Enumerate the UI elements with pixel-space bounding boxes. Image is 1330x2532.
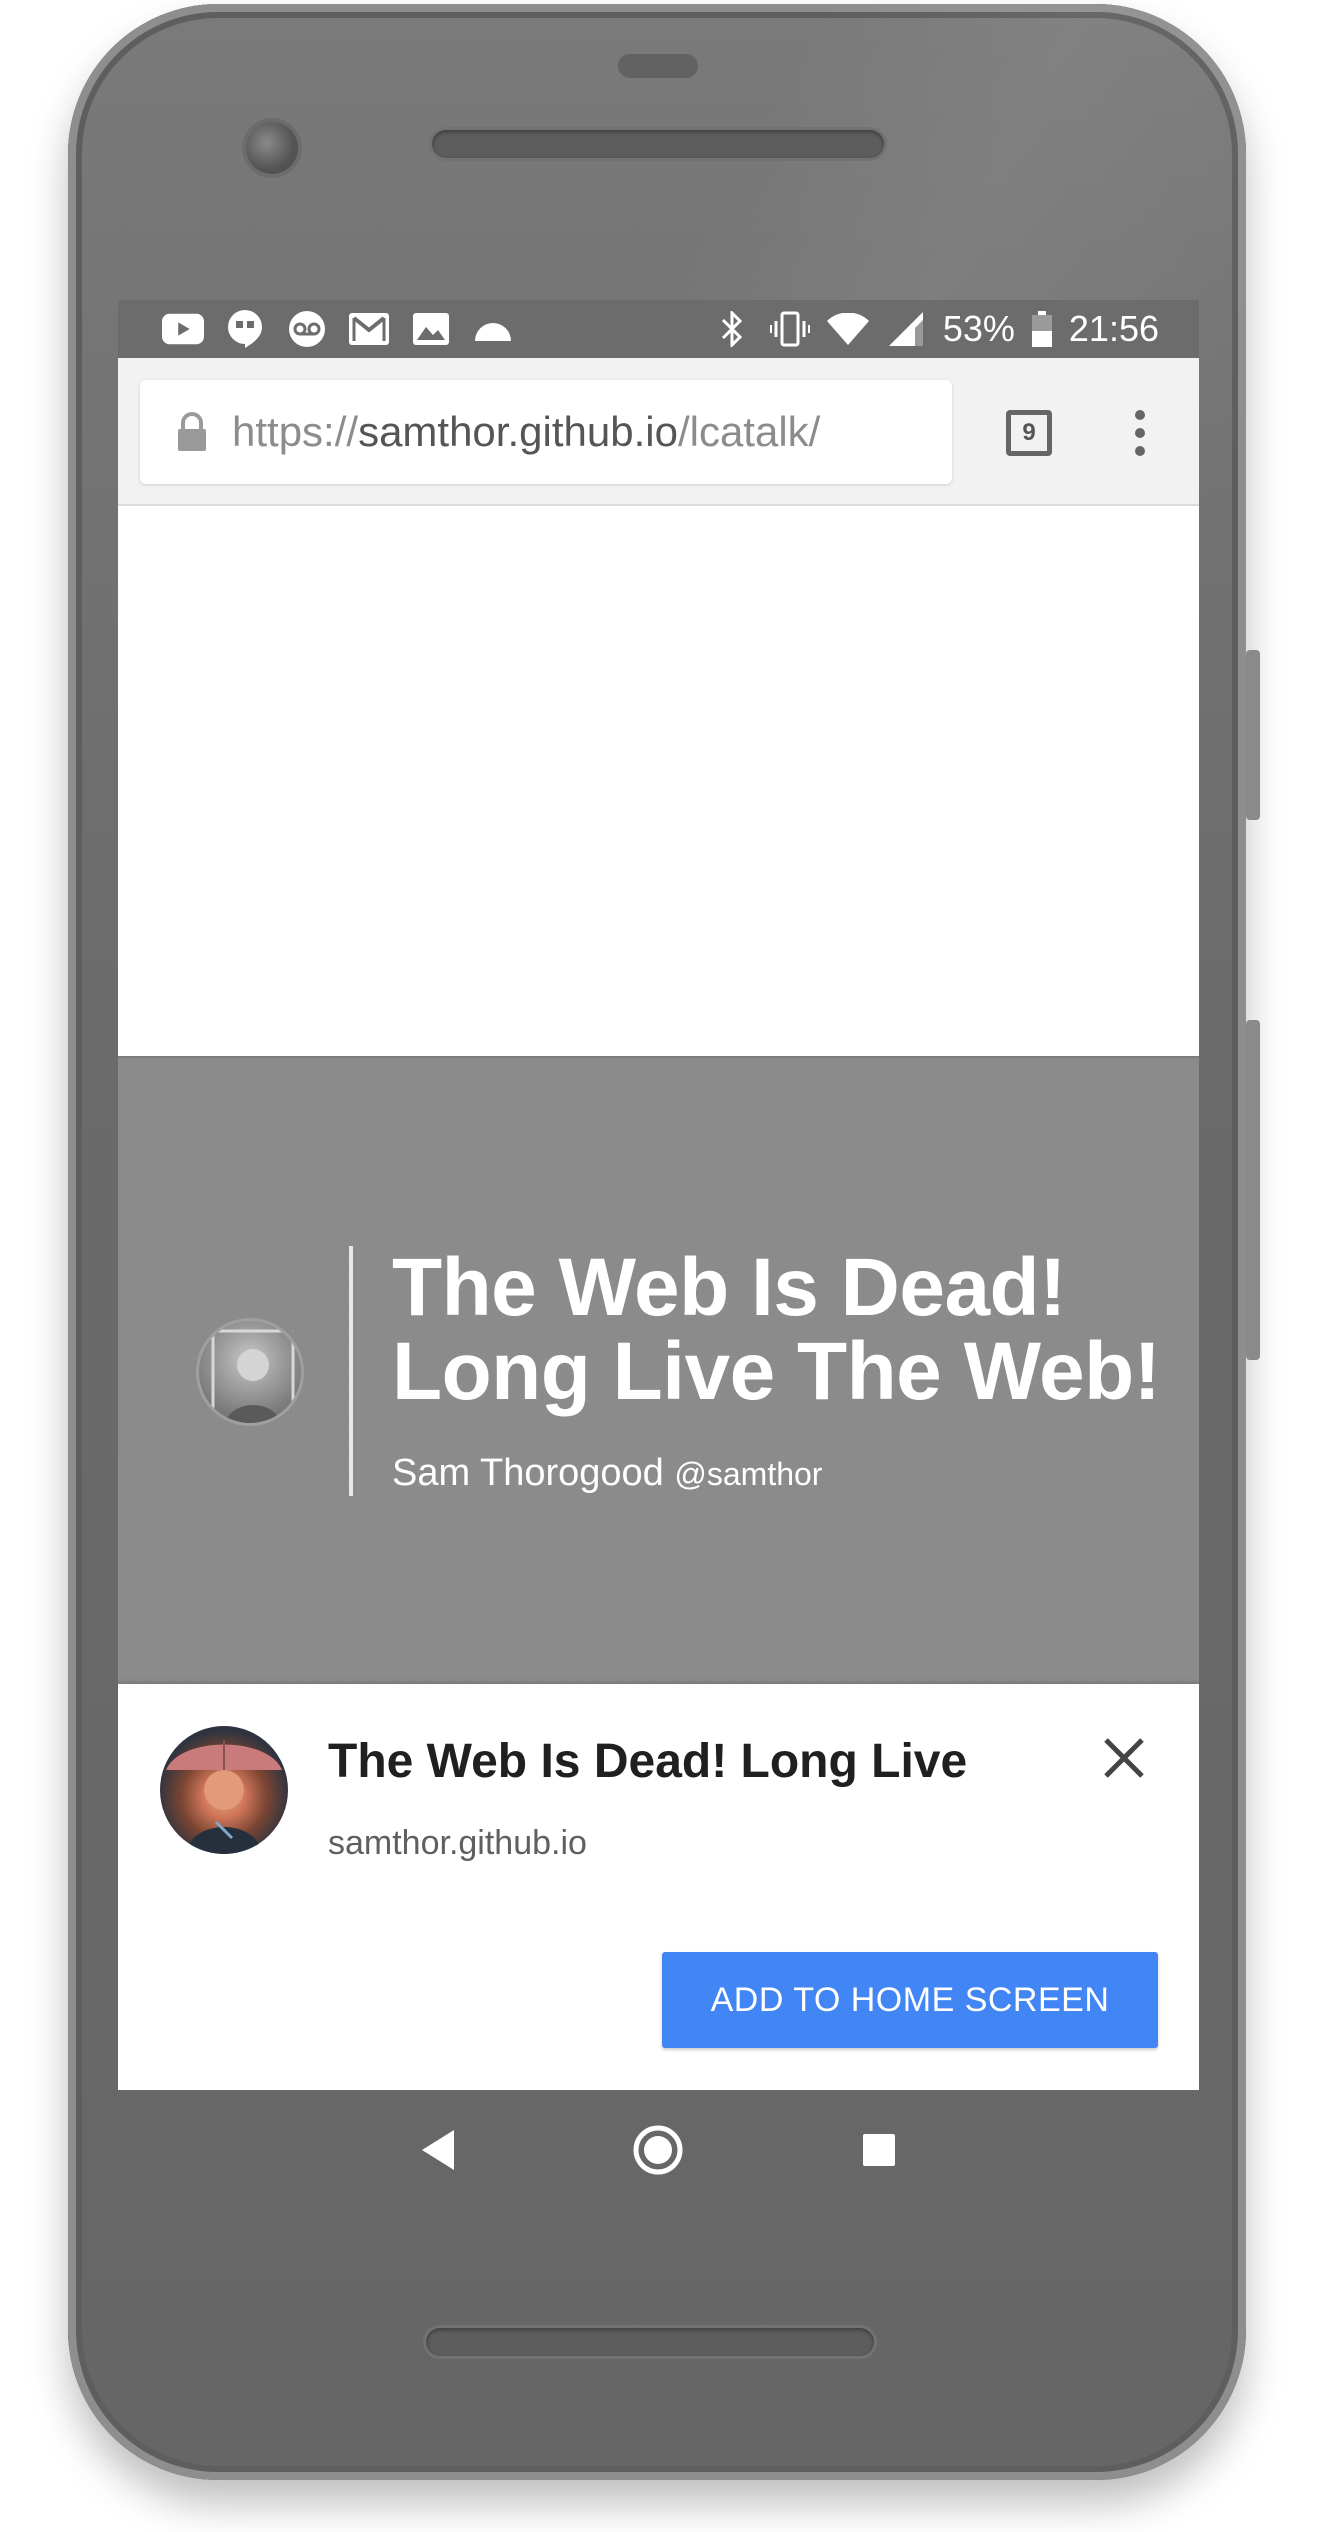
talk-author: Sam Thorogood @samthor xyxy=(392,1452,822,1495)
close-icon xyxy=(1104,1738,1144,1778)
page-blank-area xyxy=(118,506,1199,1056)
front-camera xyxy=(246,122,298,174)
author-handle: @samthor xyxy=(674,1456,823,1492)
hangouts-icon xyxy=(224,310,266,348)
navigation-bar xyxy=(118,2090,1199,2210)
home-button[interactable] xyxy=(630,2122,686,2178)
speaker-avatar xyxy=(196,1318,304,1426)
url-host: samthor.github.io xyxy=(358,408,678,455)
volume-button xyxy=(1246,1020,1260,1360)
bottom-speaker xyxy=(426,2328,874,2356)
banner-title: The Web Is Dead! Long Live xyxy=(328,1735,968,1788)
hero-section: The Web Is Dead! Long Live The Web! Sam … xyxy=(118,1056,1199,1684)
bluetooth-icon xyxy=(711,311,753,347)
url-field[interactable]: https://samthor.github.io/lcatalk/ xyxy=(140,380,952,484)
vibrate-icon xyxy=(769,311,811,347)
status-bar: 53% 21:56 xyxy=(118,300,1199,358)
android-icon xyxy=(472,311,514,347)
recents-button[interactable] xyxy=(851,2122,907,2178)
talk-title-line-2: Long Live The Web! xyxy=(392,1326,1161,1417)
browser-toolbar: https://samthor.github.io/lcatalk/ 9 xyxy=(118,358,1199,506)
voicemail-icon xyxy=(286,311,328,347)
battery-icon xyxy=(1031,311,1053,347)
more-vert-icon xyxy=(1135,410,1145,456)
proximity-sensor xyxy=(618,54,698,78)
battery-percent: 53% xyxy=(942,308,1015,349)
add-to-home-screen-button[interactable]: ADD TO HOME SCREEN xyxy=(662,1952,1158,2048)
hero-divider xyxy=(349,1246,353,1496)
url-scheme: https:// xyxy=(232,408,359,455)
home-icon xyxy=(633,2125,683,2175)
overflow-menu-button[interactable] xyxy=(1128,408,1152,458)
power-button xyxy=(1246,650,1260,820)
gmail-icon xyxy=(348,311,390,347)
back-button[interactable] xyxy=(410,2122,466,2178)
earpiece-speaker xyxy=(432,130,884,158)
recents-icon xyxy=(862,2134,895,2166)
lock-icon xyxy=(176,412,208,452)
tab-switcher-button[interactable]: 9 xyxy=(1006,410,1052,456)
clock: 21:56 xyxy=(1068,308,1159,349)
app-icon xyxy=(160,1726,288,1854)
wifi-icon xyxy=(826,311,869,347)
banner-host: samthor.github.io xyxy=(328,1824,587,1862)
close-button[interactable] xyxy=(1102,1736,1146,1780)
add-to-home-screen-banner: The Web Is Dead! Long Live samthor.githu… xyxy=(118,1684,1199,2090)
tab-count: 9 xyxy=(1022,419,1036,446)
talk-title: The Web Is Dead! Long Live The Web! xyxy=(392,1246,1172,1414)
youtube-icon xyxy=(162,311,204,347)
screen: 53% 21:56 https://samthor.github.io/lcat… xyxy=(118,300,1199,2090)
signal-icon xyxy=(885,311,927,347)
author-name: Sam Thorogood xyxy=(392,1452,664,1494)
url-text: https://samthor.github.io/lcatalk/ xyxy=(232,408,820,456)
photos-icon xyxy=(410,311,452,347)
talk-title-line-1: The Web Is Dead! xyxy=(392,1242,1066,1333)
url-path: /lcatalk/ xyxy=(677,408,821,455)
back-icon xyxy=(422,2130,455,2170)
